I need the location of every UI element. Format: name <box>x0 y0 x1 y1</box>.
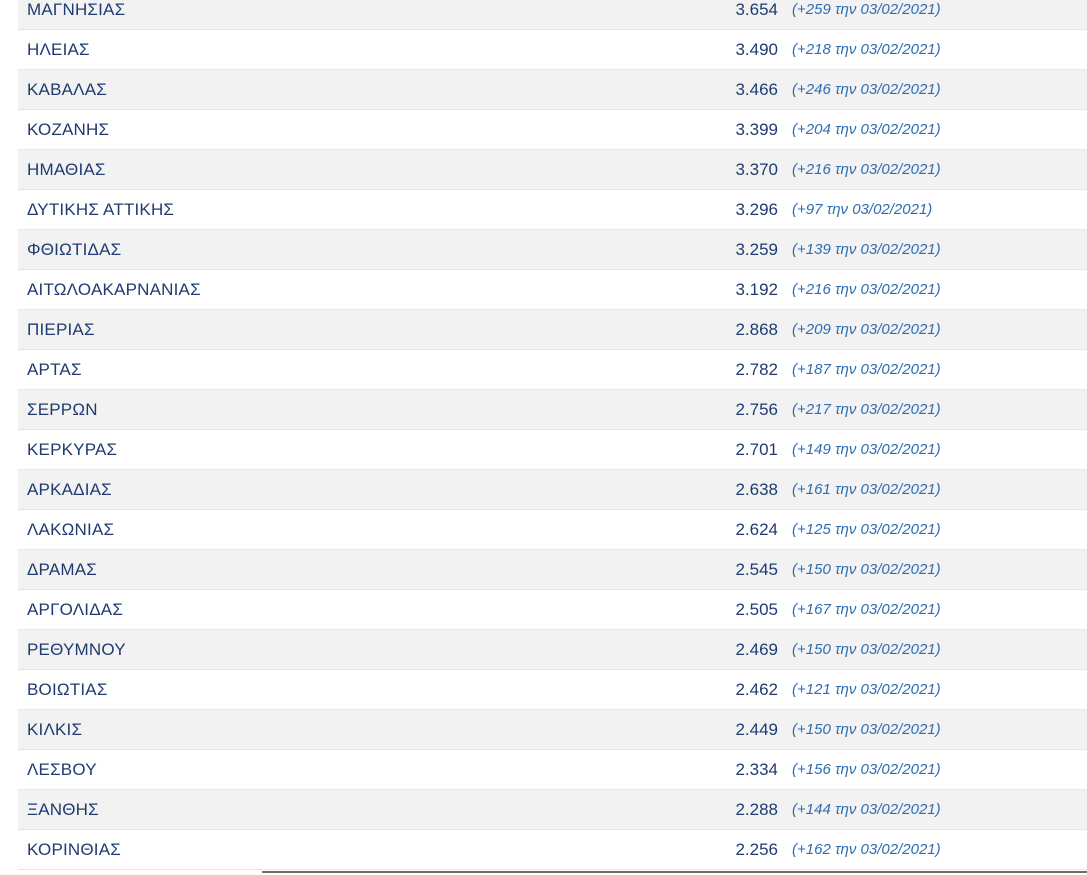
table-row: ΠΙΕΡΙΑΣ 2.868 (+209 την 03/02/2021) <box>18 310 1087 350</box>
case-count: 2.782 <box>735 359 778 379</box>
daily-increase: (+150 την 03/02/2021) <box>792 721 941 738</box>
case-count: 2.288 <box>735 799 778 819</box>
daily-increase: (+209 την 03/02/2021) <box>792 321 941 338</box>
case-count: 2.449 <box>735 719 778 739</box>
table-row: ΡΕΘΥΜΝΟΥ 2.469 (+150 την 03/02/2021) <box>18 630 1087 670</box>
regions-table: ΜΑΓΝΗΣΙΑΣ 3.654 (+259 την 03/02/2021) ΗΛΕΙΑ… <box>18 0 1087 870</box>
table-row: ΚΑΒΑΛΑΣ 3.466 (+246 την 03/02/2021) <box>18 70 1087 110</box>
daily-increase: (+167 την 03/02/2021) <box>792 601 941 618</box>
case-count: 2.545 <box>735 559 778 579</box>
daily-increase: (+246 την 03/02/2021) <box>792 81 941 98</box>
daily-increase: (+97 την 03/02/2021) <box>792 201 933 218</box>
region-name: ΜΑΓΝΗΣΙΑΣ <box>27 0 126 19</box>
daily-increase: (+139 την 03/02/2021) <box>792 241 941 258</box>
region-name: ΚΟΡΙΝΘΙΑΣ <box>27 839 121 859</box>
daily-increase: (+156 την 03/02/2021) <box>792 761 941 778</box>
daily-increase: (+125 την 03/02/2021) <box>792 521 941 538</box>
region-name: ΚΟΖΑΝΗΣ <box>27 119 110 139</box>
table-row: ΣΕΡΡΩΝ 2.756 (+217 την 03/02/2021) <box>18 390 1087 430</box>
region-name: ΑΡΓΟΛΙΔΑΣ <box>27 599 124 619</box>
daily-increase: (+218 την 03/02/2021) <box>792 41 941 58</box>
region-name: ΚΑΒΑΛΑΣ <box>27 79 107 99</box>
region-name: ΞΑΝΘΗΣ <box>27 799 99 819</box>
case-count: 2.624 <box>735 519 778 539</box>
table-row: ΑΙΤΩΛΟΑΚΑΡΝΑΝΙΑΣ 3.192 (+216 την 03/02/202… <box>18 270 1087 310</box>
daily-increase: (+150 την 03/02/2021) <box>792 641 941 658</box>
region-name: ΣΕΡΡΩΝ <box>27 399 98 419</box>
case-count: 2.638 <box>735 479 778 499</box>
case-count: 2.462 <box>735 679 778 699</box>
bottom-divider-line <box>262 871 1087 873</box>
table-row: ΑΡΚΑΔΙΑΣ 2.638 (+161 την 03/02/2021) <box>18 470 1087 510</box>
table-row: ΚΕΡΚΥΡΑΣ 2.701 (+149 την 03/02/2021) <box>18 430 1087 470</box>
daily-increase: (+217 την 03/02/2021) <box>792 401 941 418</box>
table-row: ΛΑΚΩΝΙΑΣ 2.624 (+125 την 03/02/2021) <box>18 510 1087 550</box>
region-name: ΑΡΚΑΔΙΑΣ <box>27 479 112 499</box>
daily-increase: (+144 την 03/02/2021) <box>792 801 941 818</box>
case-count: 2.868 <box>735 319 778 339</box>
daily-increase: (+161 την 03/02/2021) <box>792 481 941 498</box>
daily-increase: (+149 την 03/02/2021) <box>792 441 941 458</box>
case-count: 3.399 <box>735 119 778 139</box>
region-name: ΛΑΚΩΝΙΑΣ <box>27 519 115 539</box>
case-count: 2.701 <box>735 439 778 459</box>
region-name: ΚΙΛΚΙΣ <box>27 719 83 739</box>
region-name: ΔΡΑΜΑΣ <box>27 559 97 579</box>
case-count: 3.466 <box>735 79 778 99</box>
case-count: 2.334 <box>735 759 778 779</box>
case-count: 3.296 <box>735 199 778 219</box>
table-row: ΦΘΙΩΤΙΔΑΣ 3.259 (+139 την 03/02/2021) <box>18 230 1087 270</box>
case-count: 3.654 <box>735 0 778 19</box>
page: ΜΑΓΝΗΣΙΑΣ 3.654 (+259 την 03/02/2021) ΗΛΕΙΑ… <box>0 0 1087 875</box>
table-row: ΒΟΙΩΤΙΑΣ 2.462 (+121 την 03/02/2021) <box>18 670 1087 710</box>
daily-increase: (+150 την 03/02/2021) <box>792 561 941 578</box>
region-name: ΚΕΡΚΥΡΑΣ <box>27 439 118 459</box>
table-row: ΑΡΤΑΣ 2.782 (+187 την 03/02/2021) <box>18 350 1087 390</box>
daily-increase: (+162 την 03/02/2021) <box>792 841 941 858</box>
case-count: 2.505 <box>735 599 778 619</box>
region-name: ΗΛΕΙΑΣ <box>27 39 90 59</box>
daily-increase: (+216 την 03/02/2021) <box>792 161 941 178</box>
region-name: ΔΥΤΙΚΗΣ ΑΤΤΙΚΗΣ <box>27 199 175 219</box>
case-count: 2.469 <box>735 639 778 659</box>
region-name: ΗΜΑΘΙΑΣ <box>27 159 106 179</box>
bottom-divider <box>0 871 1087 875</box>
table-row: ΑΡΓΟΛΙΔΑΣ 2.505 (+167 την 03/02/2021) <box>18 590 1087 630</box>
table-row: ΗΛΕΙΑΣ 3.490 (+218 την 03/02/2021) <box>18 30 1087 70</box>
daily-increase: (+216 την 03/02/2021) <box>792 281 941 298</box>
table-row: ΗΜΑΘΙΑΣ 3.370 (+216 την 03/02/2021) <box>18 150 1087 190</box>
region-name: ΦΘΙΩΤΙΔΑΣ <box>27 239 122 259</box>
table-row: ΞΑΝΘΗΣ 2.288 (+144 την 03/02/2021) <box>18 790 1087 830</box>
case-count: 3.259 <box>735 239 778 259</box>
case-count: 2.756 <box>735 399 778 419</box>
daily-increase: (+204 την 03/02/2021) <box>792 121 941 138</box>
case-count: 3.370 <box>735 159 778 179</box>
table-row: ΚΟΖΑΝΗΣ 3.399 (+204 την 03/02/2021) <box>18 110 1087 150</box>
region-name: ΑΡΤΑΣ <box>27 359 82 379</box>
table-row: ΚΙΛΚΙΣ 2.449 (+150 την 03/02/2021) <box>18 710 1087 750</box>
case-count: 3.490 <box>735 39 778 59</box>
case-count: 2.256 <box>735 839 778 859</box>
table-row: ΚΟΡΙΝΘΙΑΣ 2.256 (+162 την 03/02/2021) <box>18 830 1087 870</box>
region-name: ΠΙΕΡΙΑΣ <box>27 319 95 339</box>
table-row: ΛΕΣΒΟΥ 2.334 (+156 την 03/02/2021) <box>18 750 1087 790</box>
region-name: ΑΙΤΩΛΟΑΚΑΡΝΑΝΙΑΣ <box>27 279 201 299</box>
region-name: ΛΕΣΒΟΥ <box>27 759 97 779</box>
table-row: ΜΑΓΝΗΣΙΑΣ 3.654 (+259 την 03/02/2021) <box>18 0 1087 30</box>
table-row: ΔΥΤΙΚΗΣ ΑΤΤΙΚΗΣ 3.296 (+97 την 03/02/2021) <box>18 190 1087 230</box>
daily-increase: (+121 την 03/02/2021) <box>792 681 941 698</box>
daily-increase: (+187 την 03/02/2021) <box>792 361 941 378</box>
table-row: ΔΡΑΜΑΣ 2.545 (+150 την 03/02/2021) <box>18 550 1087 590</box>
region-name: ΒΟΙΩΤΙΑΣ <box>27 679 108 699</box>
region-name: ΡΕΘΥΜΝΟΥ <box>27 639 126 659</box>
case-count: 3.192 <box>735 279 778 299</box>
daily-increase: (+259 την 03/02/2021) <box>792 1 941 18</box>
